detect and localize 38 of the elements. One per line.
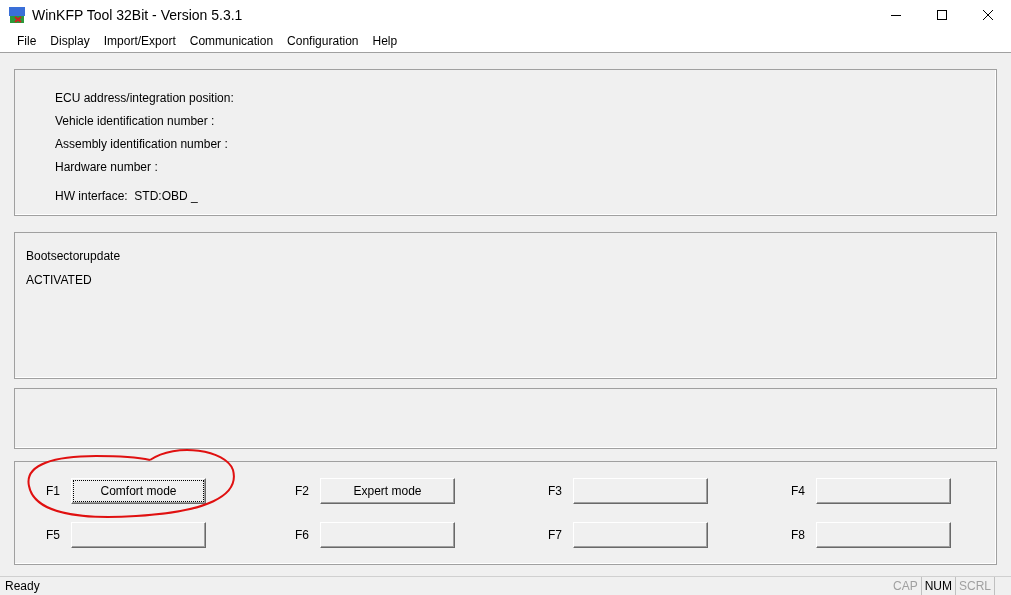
info-label: Hardware number : [55, 160, 159, 176]
info-label: Assembly identification number : [55, 137, 229, 153]
function-button[interactable] [573, 478, 708, 504]
function-button[interactable] [320, 522, 455, 548]
function-key-label: F7 [548, 527, 563, 544]
window-title: WinKFP Tool 32Bit - Version 5.3.1 [32, 5, 243, 25]
menu-item[interactable]: Import/Export [96, 32, 183, 50]
function-button[interactable] [816, 478, 951, 504]
function-button[interactable] [816, 522, 951, 548]
function-button[interactable]: Expert mode [320, 478, 455, 504]
app-icon [9, 7, 25, 23]
menu-item[interactable]: Communication [182, 32, 281, 50]
close-icon [983, 10, 993, 20]
function-button[interactable] [71, 522, 206, 548]
function-key-label: F1 [46, 483, 61, 500]
menu-item[interactable]: File [10, 32, 44, 50]
info-label: ECU address/integration position: [55, 91, 235, 107]
maximize-icon [937, 10, 947, 20]
function-key-label: F3 [548, 483, 563, 500]
function-button[interactable] [573, 522, 708, 548]
minimize-icon [891, 14, 901, 16]
key-indicator: SCRL [956, 577, 995, 595]
key-indicator: CAP [889, 577, 922, 595]
hw-interface-label: HW interface: STD:OBD _ [55, 189, 199, 203]
function-key-label: F8 [791, 527, 806, 544]
function-key-label: F6 [295, 527, 310, 544]
function-key-label: F5 [46, 527, 61, 544]
function-key-label: F2 [295, 483, 310, 500]
key-indicator: NUM [921, 577, 956, 595]
menu-item[interactable]: Help [365, 32, 405, 50]
status-text: Ready [5, 578, 40, 595]
menu-item[interactable]: Display [43, 32, 97, 50]
function-key-label: F4 [791, 483, 806, 500]
message-text: ACTIVATED [26, 273, 93, 289]
message-text: Bootsectorupdate [26, 249, 122, 265]
function-button[interactable]: Comfort mode [71, 478, 206, 504]
menu-item[interactable]: Configuration [280, 32, 366, 50]
info-label: Vehicle identification number : [55, 114, 216, 130]
